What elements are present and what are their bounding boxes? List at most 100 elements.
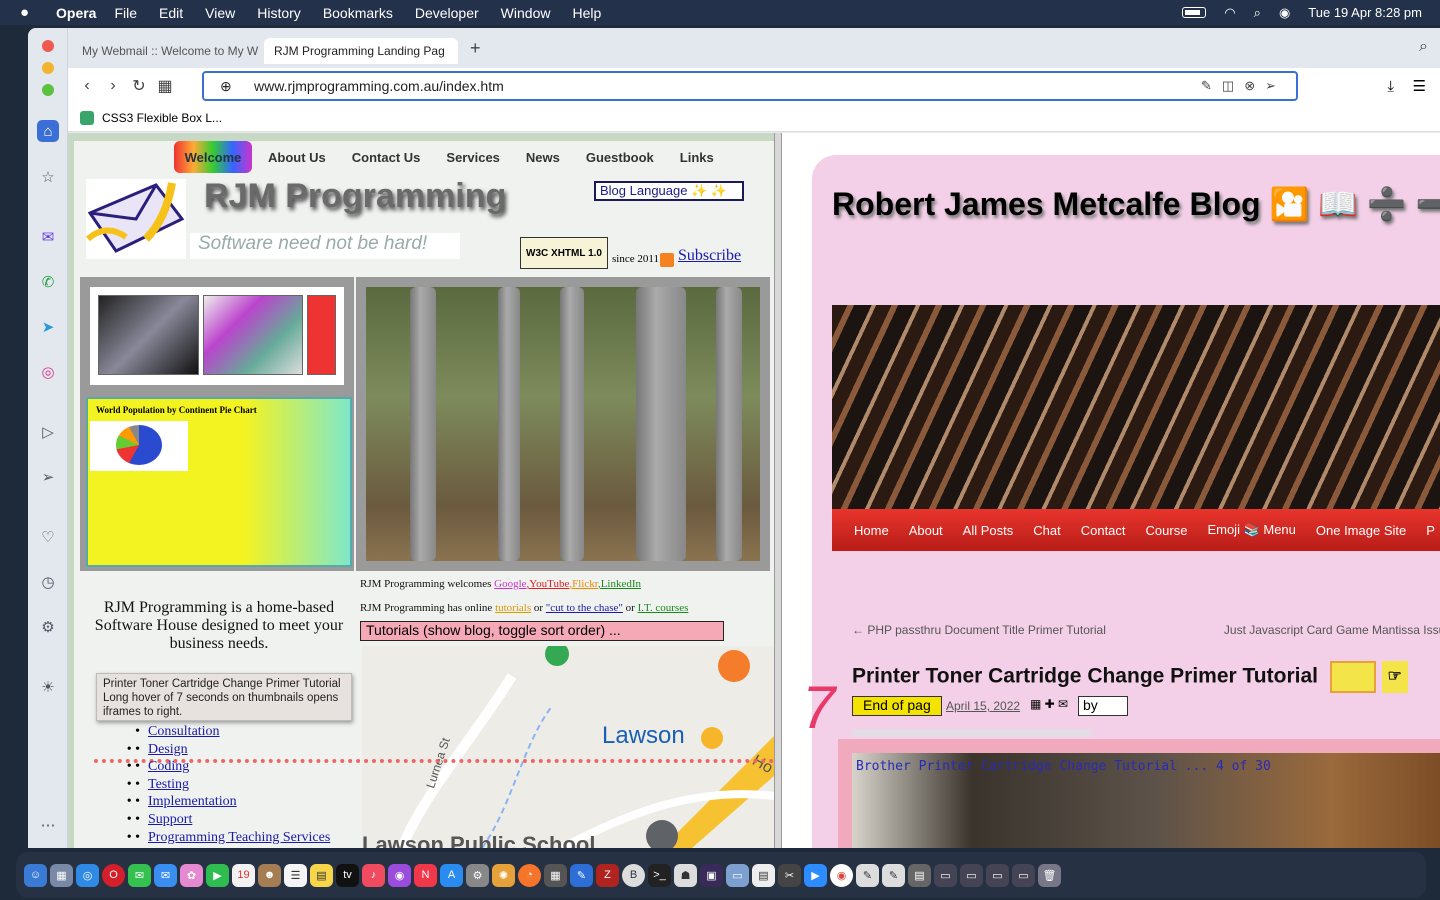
blog-nav-more[interactable]: P [1426,523,1435,538]
address-bar[interactable]: ⊕ www.rjmprogramming.com.au/index.htm ✎◫… [202,71,1298,101]
w3c-badge[interactable]: W3C XHTML 1.0 [520,237,608,269]
frame-divider[interactable] [774,133,782,848]
reload-icon[interactable]: ↻ [126,76,152,96]
bookmark-item[interactable]: CSS3 Flexible Box L... [102,111,222,125]
menu-window[interactable]: Window [501,5,551,21]
nav-guestbook[interactable]: Guestbook [586,150,654,165]
by-select[interactable]: by [1078,696,1128,716]
search-icon[interactable]: ⌕ [1254,5,1261,21]
blog-nav-about[interactable]: About [909,523,943,538]
trash-icon[interactable]: 🗑 [1038,863,1061,887]
map-view[interactable]: Lawson Lurnea St Lawson Public School Ho [362,646,774,848]
system-preferences-icon[interactable]: ⚙ [466,863,489,887]
tutorials-select[interactable]: Tutorials (show blog, toggle sort order)… [360,621,724,641]
launchpad-icon[interactable]: ▦ [50,863,73,887]
next-post-link[interactable]: Just Javascript Card Game Mantissa Issue [1224,623,1440,637]
minimized-window-icon[interactable]: ▭ [960,863,983,887]
colorsync-icon[interactable]: ✺ [492,863,515,887]
filezilla-icon[interactable]: Z [596,863,619,887]
service-implementation-link[interactable]: Implementation [148,793,237,811]
blog-nav-emoji-menu[interactable]: Emoji 📚 Menu [1207,522,1295,538]
minimize-window-icon[interactable] [42,62,54,74]
preview-icon[interactable]: ▣ [700,863,723,887]
menu-developer[interactable]: Developer [415,5,479,21]
subscribe-link[interactable]: Subscribe [678,247,741,265]
wifi-icon[interactable]: ◠ [1224,5,1235,21]
send-icon[interactable]: ➢ [37,466,59,488]
tv-icon[interactable]: tv [336,863,359,887]
photos-icon[interactable]: ✿ [180,863,203,887]
maximize-window-icon[interactable] [42,84,54,96]
flickr-link[interactable]: ,Flickr [569,578,598,590]
gimp-icon[interactable]: ☗ [674,863,697,887]
bbedit-icon[interactable]: B [622,863,645,887]
minimized-window-icon[interactable]: ▭ [934,863,957,887]
easy-setup-icon[interactable]: ☰ [1413,77,1426,95]
it-courses-link[interactable]: I.T. courses [638,602,689,614]
more-icon[interactable]: ⋯ [37,814,59,836]
blog-language-select[interactable]: Blog Language ✨ ✨ [594,181,744,201]
menu-view[interactable]: View [205,5,235,21]
messenger-icon[interactable]: ✉ [37,226,59,248]
nav-links[interactable]: Links [680,150,714,165]
opera-icon[interactable]: O [102,863,125,887]
blog-nav-one-image[interactable]: One Image Site [1316,523,1406,538]
thumbnail[interactable] [98,295,199,375]
blog-nav-all-posts[interactable]: All Posts [963,523,1014,538]
menu-bookmarks[interactable]: Bookmarks [323,5,393,21]
textedit-icon[interactable]: ▤ [752,863,775,887]
finder-icon[interactable]: ☺ [24,863,47,887]
whatsapp-icon[interactable]: ✆ [37,271,59,293]
blog-nav-course[interactable]: Course [1146,523,1188,538]
gear-icon[interactable]: ⚙ [37,616,59,638]
cut-to-chase-link[interactable]: "cut to the chase" [546,602,623,614]
mail-icon[interactable]: ✉ [154,863,177,887]
tabs-grid-icon[interactable]: ▦ [152,76,178,96]
new-tab-icon[interactable]: + [470,38,481,59]
thumbnail[interactable] [307,295,337,375]
service-testing-link[interactable]: Testing [148,776,189,794]
menu-edit[interactable]: Edit [159,5,183,21]
service-consultation-link[interactable]: Consultation [148,723,220,741]
pie-chart-thumbnail[interactable]: World Population by Continent Pie Chart [86,397,352,567]
telegram-icon[interactable]: ➤ [37,316,59,338]
forward-icon[interactable]: › [100,77,126,95]
lightbulb-icon[interactable]: ☀ [37,676,59,698]
screenshot-icon[interactable]: ▭ [726,863,749,887]
blog-nav-chat[interactable]: Chat [1033,523,1060,538]
back-icon[interactable]: ‹ [74,77,100,95]
nav-contact[interactable]: Contact Us [352,150,421,165]
app-name[interactable]: Opera [56,5,96,21]
notes-icon[interactable]: ▤ [310,863,333,887]
service-support-link[interactable]: Support [148,811,192,829]
menu-help[interactable]: Help [572,5,601,21]
blog-nav-home[interactable]: Home [854,523,889,538]
blog-nav-contact[interactable]: Contact [1081,523,1126,538]
tab-rjm[interactable]: RJM Programming Landing Pag [264,38,458,64]
news-icon[interactable]: N [414,863,437,887]
rss-icon[interactable] [660,253,674,267]
app-store-icon[interactable]: A [440,863,463,887]
control-center-icon[interactable]: ◉ [1279,5,1290,21]
address-actions-icon[interactable]: ✎◫⊗➢ [1201,78,1286,94]
youtube-link[interactable]: ,YouTube [527,578,570,590]
history-icon[interactable]: ◷ [37,571,59,593]
post-thumbnail-icon[interactable] [1329,661,1376,693]
nav-welcome[interactable]: Welcome [174,141,252,173]
nav-services[interactable]: Services [446,150,500,165]
tab-webmail[interactable]: My Webmail :: Welcome to My W [72,38,258,64]
terminal-icon[interactable]: >_ [648,863,671,887]
thumbnail[interactable] [202,295,304,375]
pointing-hand-icon[interactable]: ☞ [1381,661,1408,693]
safari-icon[interactable]: ◎ [76,863,99,887]
heart-icon[interactable]: ♡ [37,526,59,548]
menu-file[interactable]: File [114,5,137,21]
tab-search-icon[interactable]: ⌕ [1419,38,1428,56]
minimized-window-icon[interactable]: ▭ [1012,863,1035,887]
calendar-icon[interactable]: ▦ ✚ ✉ [1030,697,1068,711]
close-window-icon[interactable] [42,40,54,52]
battery-icon[interactable] [1182,7,1207,18]
menu-history[interactable]: History [257,5,301,21]
trees-photo[interactable] [366,287,760,561]
service-coding-link[interactable]: Coding [148,758,189,776]
